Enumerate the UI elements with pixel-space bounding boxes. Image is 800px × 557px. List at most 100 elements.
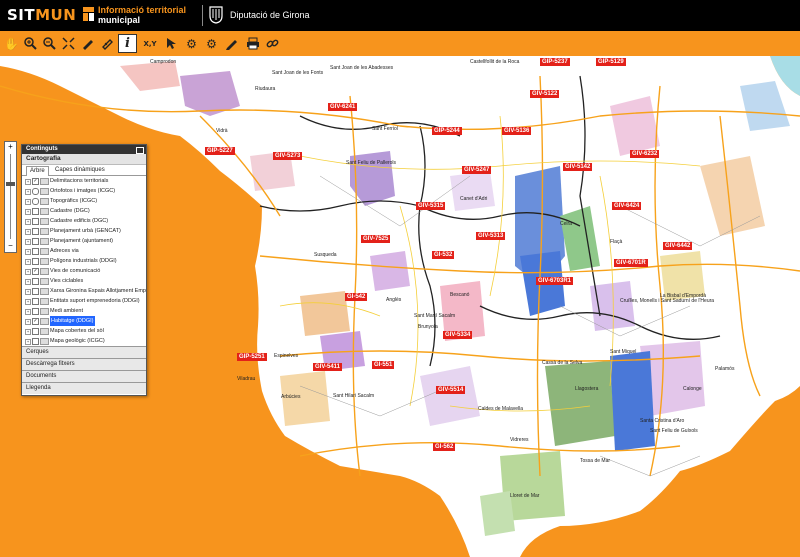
layer-checkbox[interactable] [32, 338, 39, 345]
layer-checkbox[interactable] [32, 278, 39, 285]
print-icon[interactable] [244, 35, 261, 52]
road-label[interactable]: GIV-5273 [273, 152, 303, 160]
expand-icon[interactable]: + [25, 239, 31, 245]
organization-name[interactable]: Diputació de Girona [230, 10, 310, 20]
road-label[interactable]: GIP-5237 [540, 58, 570, 66]
expand-icon[interactable]: + [25, 319, 31, 325]
measure-length-icon[interactable] [79, 35, 96, 52]
road-label[interactable]: GIV-6241 [328, 103, 358, 111]
expand-icon[interactable]: + [25, 219, 31, 225]
zoom-minus-icon[interactable]: − [5, 241, 16, 251]
road-label[interactable]: GIP-5251 [237, 353, 267, 361]
full-extent-icon[interactable] [60, 35, 77, 52]
expand-icon[interactable]: + [25, 279, 31, 285]
layer-checkbox[interactable] [32, 228, 39, 235]
layer-item[interactable]: + Planejament (ajuntament) [22, 236, 146, 246]
road-label[interactable]: GIV-5247 [462, 166, 492, 174]
layer-item[interactable]: + ✓ Delimitacions territorials [22, 176, 146, 186]
layer-checkbox[interactable]: ✓ [32, 318, 39, 325]
layer-checkbox[interactable] [32, 298, 39, 305]
layer-item[interactable]: + Vies ciclables [22, 276, 146, 286]
road-label[interactable]: GIV-6424 [612, 202, 642, 210]
layer-checkbox[interactable] [32, 248, 39, 255]
road-label[interactable]: GIV-5411 [313, 363, 343, 371]
link-icon[interactable] [264, 35, 281, 52]
layer-item[interactable]: + Xarxa Gironina Espais Allotjament Emp [22, 286, 146, 296]
layer-item[interactable]: + Medi ambient [22, 306, 146, 316]
road-label[interactable]: GIP-5244 [432, 127, 462, 135]
coordinates-icon[interactable]: X,Y [140, 35, 160, 52]
road-label[interactable]: GIP-5129 [596, 58, 626, 66]
layer-radio[interactable] [32, 188, 39, 195]
layer-checkbox[interactable]: ✓ [32, 268, 39, 275]
section-cartografia[interactable]: Cartografia [22, 154, 146, 165]
layer-item[interactable]: + ✓ Vies de comunicació [22, 266, 146, 276]
measure-area-icon[interactable] [98, 35, 115, 52]
expand-icon[interactable]: + [25, 249, 31, 255]
layer-item[interactable]: + Mapa geològic (ICGC) [22, 336, 146, 346]
road-label[interactable]: GI-542 [345, 293, 368, 301]
expand-icon[interactable]: + [25, 269, 31, 275]
road-label[interactable]: GIP-5227 [205, 147, 235, 155]
expand-icon[interactable]: + [25, 199, 31, 205]
road-label[interactable]: GIV-5136 [502, 127, 532, 135]
zoom-out-icon[interactable] [41, 35, 58, 52]
gear-icon[interactable]: ⚙ [183, 35, 200, 52]
road-label[interactable]: GIV-5122 [530, 90, 560, 98]
road-label[interactable]: GIV-5514 [436, 386, 466, 394]
layer-checkbox[interactable] [32, 328, 39, 335]
section-cerques[interactable]: Cerques [22, 346, 146, 358]
expand-icon[interactable]: + [25, 189, 31, 195]
expand-icon[interactable]: + [25, 289, 31, 295]
layer-item[interactable]: + Planejament urbà (GENCAT) [22, 226, 146, 236]
road-label[interactable]: GIV-5142 [563, 163, 593, 171]
zoom-handle[interactable] [6, 182, 15, 186]
road-label[interactable]: GIV-5334 [443, 331, 473, 339]
info-icon[interactable]: i [118, 34, 137, 53]
layer-checkbox[interactable] [32, 238, 39, 245]
road-label[interactable]: GIV-6703R1 [536, 277, 574, 285]
layer-item[interactable]: + Mapa cobertes del sòl [22, 326, 146, 336]
expand-icon[interactable]: + [25, 339, 31, 345]
zoom-slider[interactable]: + − [4, 141, 17, 253]
layer-item[interactable]: + Adreces via [22, 246, 146, 256]
road-label[interactable]: GIV-5315 [416, 202, 446, 210]
road-label[interactable]: GIV-6442 [663, 242, 693, 250]
section-documents[interactable]: Documents [22, 370, 146, 382]
layer-checkbox[interactable] [32, 288, 39, 295]
road-label[interactable]: GI-551 [372, 361, 395, 369]
layer-radio[interactable] [32, 198, 39, 205]
layer-checkbox[interactable] [32, 258, 39, 265]
layer-checkbox[interactable] [32, 208, 39, 215]
layer-item[interactable]: + Cadastre (DGC) [22, 206, 146, 216]
gear-settings-icon[interactable]: ⚙ [203, 35, 220, 52]
expand-icon[interactable]: + [25, 209, 31, 215]
layer-item[interactable]: + Ortofotos i imatges (ICGC) [22, 186, 146, 196]
road-label[interactable]: GI-532 [432, 251, 455, 259]
app-logo[interactable]: SITMUN [7, 6, 76, 24]
layer-checkbox[interactable] [32, 218, 39, 225]
select-icon[interactable] [162, 35, 179, 52]
layer-item[interactable]: + Polígons industrials (DDGI) [22, 256, 146, 266]
section-llegenda[interactable]: Llegenda [22, 382, 146, 394]
minimize-icon[interactable] [136, 147, 144, 154]
zoom-plus-icon[interactable]: + [5, 142, 16, 152]
layer-item[interactable]: + Cadastre edificis (DGC) [22, 216, 146, 226]
tab-capes-dinamiques[interactable]: Capes dinàmiques [52, 166, 108, 175]
road-label[interactable]: GI-562 [433, 443, 456, 451]
zoom-in-icon[interactable] [22, 35, 39, 52]
expand-icon[interactable]: + [25, 299, 31, 305]
map-canvas[interactable]: GIP-5237 GIP-5129 GIV-6241 GIP-5244 GIV-… [0, 56, 800, 557]
expand-icon[interactable]: + [25, 179, 31, 185]
layer-item[interactable]: + Entitats suport emprenedoria (DDGI) [22, 296, 146, 306]
expand-icon[interactable]: + [25, 259, 31, 265]
panel-header[interactable]: Continguts [22, 145, 146, 154]
road-label[interactable]: GIV-6701R [614, 259, 648, 267]
edit-pencil-icon[interactable] [223, 35, 240, 52]
pan-hand-icon[interactable]: ✋ [3, 35, 20, 52]
road-label[interactable]: GIV-6232 [630, 150, 660, 158]
tab-arbre[interactable]: Arbre [26, 166, 49, 176]
layer-checkbox[interactable]: ✓ [32, 178, 39, 185]
road-label[interactable]: GIV-5313 [476, 232, 506, 240]
expand-icon[interactable]: + [25, 329, 31, 335]
